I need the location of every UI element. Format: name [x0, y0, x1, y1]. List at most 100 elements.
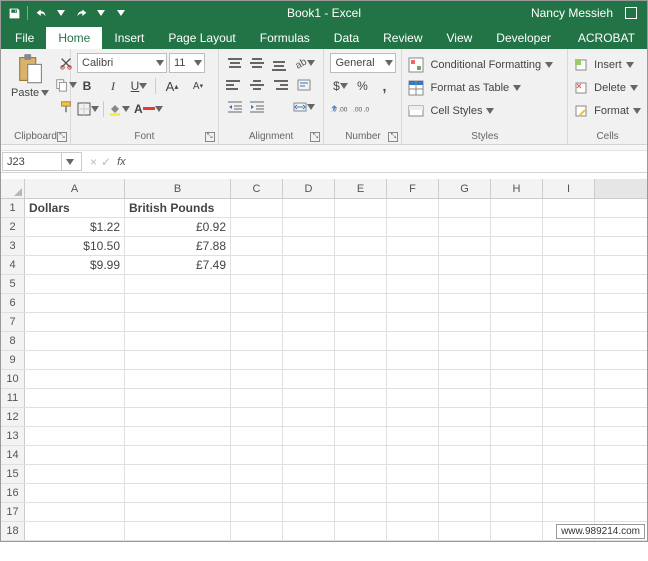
cell[interactable]: [335, 465, 387, 483]
alignment-launcher-icon[interactable]: ⤡: [310, 132, 320, 142]
cell[interactable]: [335, 332, 387, 350]
save-icon[interactable]: [7, 6, 21, 20]
enter-icon[interactable]: ✓: [101, 155, 111, 169]
number-format-select[interactable]: General: [330, 53, 396, 73]
name-box[interactable]: [2, 152, 82, 171]
cell[interactable]: [543, 275, 595, 293]
cell[interactable]: [283, 256, 335, 274]
cell[interactable]: [25, 370, 125, 388]
cell[interactable]: [283, 294, 335, 312]
cell[interactable]: [439, 256, 491, 274]
cell[interactable]: [439, 237, 491, 255]
row-header[interactable]: 7: [1, 313, 25, 331]
cell[interactable]: [439, 199, 491, 217]
cell[interactable]: [491, 332, 543, 350]
cell[interactable]: [25, 503, 125, 521]
cell[interactable]: [231, 484, 283, 502]
undo-icon[interactable]: [34, 6, 48, 20]
number-launcher-icon[interactable]: ⤡: [388, 132, 398, 142]
row-header[interactable]: 14: [1, 446, 25, 464]
row-header[interactable]: 15: [1, 465, 25, 483]
cell[interactable]: [283, 351, 335, 369]
grow-font-button[interactable]: A▴: [162, 76, 182, 96]
cell-B1[interactable]: British Pounds: [125, 199, 231, 217]
tab-review[interactable]: Review: [371, 27, 434, 49]
cell[interactable]: [387, 256, 439, 274]
cell-B2[interactable]: £0.92: [125, 218, 231, 236]
cell[interactable]: [231, 218, 283, 236]
redo-icon[interactable]: [74, 6, 88, 20]
row-header[interactable]: 3: [1, 237, 25, 255]
cell[interactable]: [125, 465, 231, 483]
align-left-button[interactable]: [225, 75, 245, 95]
comma-button[interactable]: ,: [374, 76, 394, 96]
increase-decimal-button[interactable]: .0.00: [330, 99, 350, 119]
user-name[interactable]: Nancy Messieh: [531, 6, 613, 20]
cell[interactable]: [125, 503, 231, 521]
currency-button[interactable]: $: [330, 76, 350, 96]
cell[interactable]: [439, 294, 491, 312]
wrap-text-button[interactable]: [293, 75, 315, 95]
cell[interactable]: [387, 427, 439, 445]
cell[interactable]: [387, 332, 439, 350]
cell[interactable]: [387, 446, 439, 464]
cell[interactable]: [491, 313, 543, 331]
cell[interactable]: [283, 389, 335, 407]
cell[interactable]: [335, 522, 387, 540]
cell[interactable]: [439, 522, 491, 540]
cell[interactable]: [335, 503, 387, 521]
cell[interactable]: [283, 275, 335, 293]
cell[interactable]: [439, 370, 491, 388]
cell[interactable]: [283, 465, 335, 483]
format-cells-button[interactable]: Format: [574, 101, 641, 121]
decrease-decimal-button[interactable]: .00.0: [352, 99, 372, 119]
tab-home[interactable]: Home: [46, 27, 102, 49]
cell[interactable]: [283, 446, 335, 464]
cell[interactable]: [335, 199, 387, 217]
tab-acrobat[interactable]: ACROBAT: [566, 27, 647, 49]
merge-center-button[interactable]: [293, 97, 315, 117]
select-all-button[interactable]: [1, 179, 25, 198]
bold-button[interactable]: B: [77, 76, 97, 96]
paste-button[interactable]: Paste: [7, 53, 53, 130]
cell[interactable]: [491, 408, 543, 426]
sheet-grid[interactable]: 1DollarsBritish Pounds 2$1.22£0.92 3$10.…: [1, 199, 647, 541]
row-header[interactable]: 1: [1, 199, 25, 217]
font-launcher-icon[interactable]: ⤡: [205, 132, 215, 142]
cell[interactable]: [387, 199, 439, 217]
cell[interactable]: [25, 389, 125, 407]
cell[interactable]: [543, 465, 595, 483]
cell[interactable]: [387, 313, 439, 331]
cell[interactable]: [491, 370, 543, 388]
col-header-F[interactable]: F: [387, 179, 439, 198]
cell[interactable]: [125, 332, 231, 350]
cell[interactable]: [25, 408, 125, 426]
cell[interactable]: [439, 332, 491, 350]
cell[interactable]: [491, 484, 543, 502]
percent-button[interactable]: %: [352, 76, 372, 96]
align-top-button[interactable]: [225, 53, 245, 73]
col-header-I[interactable]: I: [543, 179, 595, 198]
cell[interactable]: [491, 522, 543, 540]
cell[interactable]: [491, 237, 543, 255]
tab-view[interactable]: View: [435, 27, 485, 49]
insert-cells-button[interactable]: Insert: [574, 55, 641, 75]
col-header-A[interactable]: A: [25, 179, 125, 198]
cell[interactable]: [543, 351, 595, 369]
clipboard-launcher-icon[interactable]: ⤡: [57, 132, 67, 142]
cell[interactable]: [231, 370, 283, 388]
cell[interactable]: [25, 446, 125, 464]
tab-data[interactable]: Data: [322, 27, 371, 49]
col-header-H[interactable]: H: [491, 179, 543, 198]
cell[interactable]: [387, 389, 439, 407]
cell[interactable]: [491, 294, 543, 312]
orientation-button[interactable]: ab: [293, 53, 315, 73]
fill-color-button[interactable]: [108, 99, 130, 119]
col-header-E[interactable]: E: [335, 179, 387, 198]
cell[interactable]: [387, 218, 439, 236]
cell[interactable]: [439, 465, 491, 483]
cell[interactable]: [491, 427, 543, 445]
cell[interactable]: [439, 446, 491, 464]
cell[interactable]: [387, 275, 439, 293]
cell[interactable]: [491, 446, 543, 464]
